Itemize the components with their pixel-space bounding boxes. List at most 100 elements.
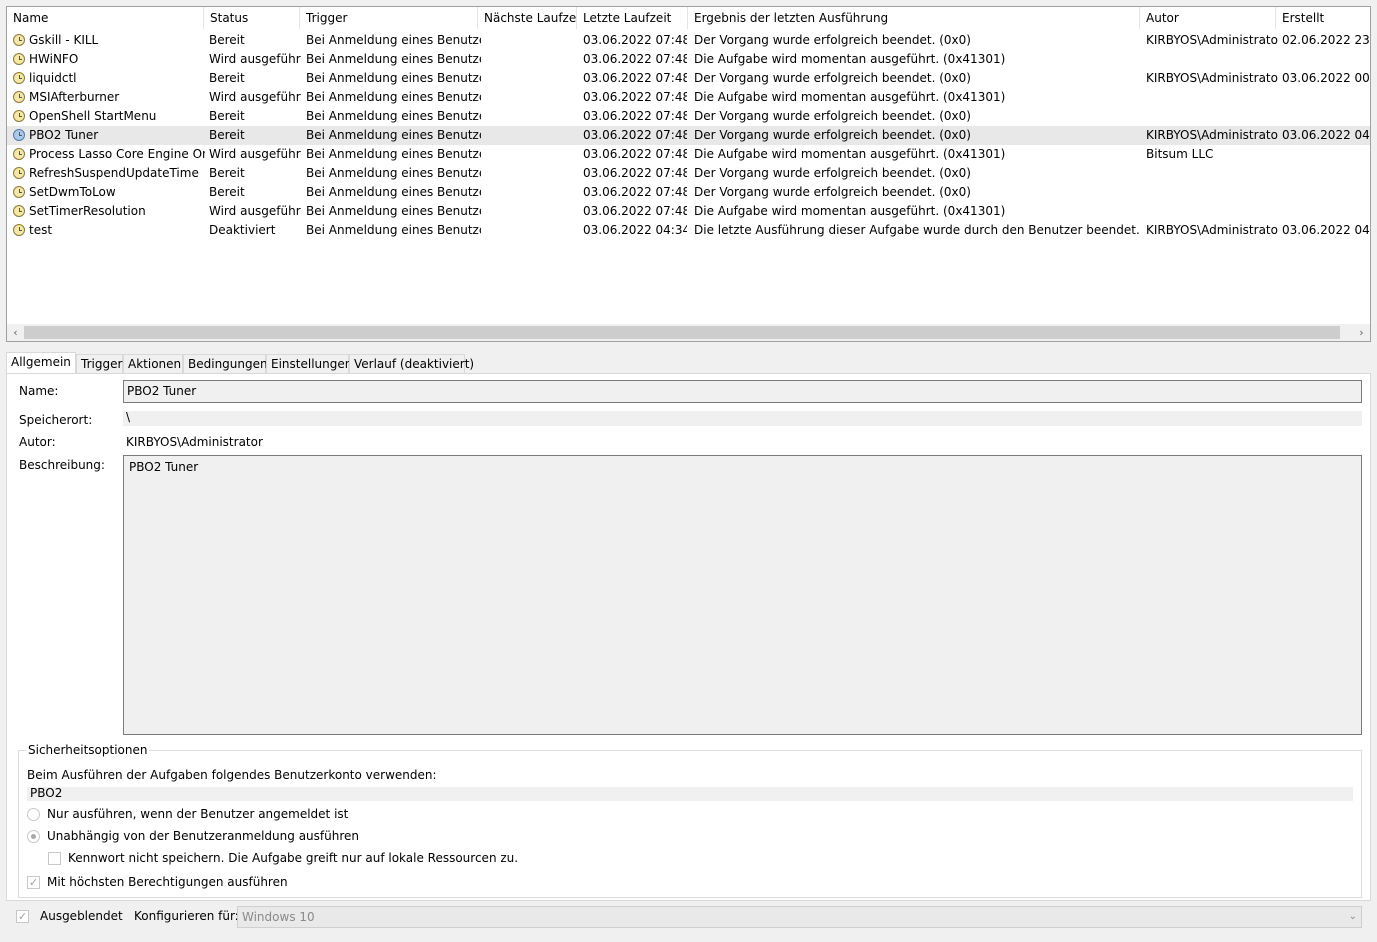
table-row[interactable]: test Deaktiviert Bei Anmeldung eines Benut… (7, 221, 1370, 240)
table-row[interactable]: MSIAfterburner Wird ausgeführt Bei Anmeldu… (7, 88, 1370, 107)
security-options-group: Sicherheitsoptionen Beim Ausführen der A… (18, 743, 1362, 898)
task-author (1146, 88, 1278, 107)
table-row[interactable]: RefreshSuspendUpdateTime Bereit Bei Anmeld… (7, 164, 1370, 183)
tab-conditions[interactable]: Bedingungen (183, 354, 268, 374)
radio-run-independent-label[interactable]: Unabhängig von der Benutzeranmeldung aus… (47, 829, 359, 843)
task-trigger: Bei Anmeldung eines Benutzers (306, 109, 481, 123)
clock-icon (13, 53, 25, 65)
task-trigger: Bei Anmeldung eines Benutzers (306, 204, 481, 218)
clock-icon (13, 224, 25, 236)
task-name: SetTimerResolution (29, 204, 146, 218)
table-row[interactable]: liquidctl Bereit Bei Anmeldung eines Benut… (7, 69, 1370, 88)
task-next-run (484, 202, 579, 221)
task-status: Wird ausgeführt (209, 90, 301, 104)
clock-icon (13, 110, 25, 122)
location-field[interactable]: \ (123, 411, 1362, 426)
task-next-run (484, 50, 579, 69)
checkbox-hidden-label[interactable]: Ausgeblendet (40, 909, 123, 923)
task-last-run: 03.06.2022 04:34:33 (583, 223, 687, 237)
tab-settings[interactable]: Einstellungen (266, 354, 352, 374)
task-last-result: Der Vorgang wurde erfolgreich beendet. (… (694, 185, 971, 199)
task-last-run: 03.06.2022 07:48:08 (583, 52, 687, 66)
task-status: Bereit (209, 109, 245, 123)
table-row[interactable]: Gskill - KILL Bereit Bei Anmeldung eines B… (7, 31, 1370, 50)
scroll-right-arrow-icon[interactable]: › (1353, 324, 1370, 341)
task-last-result: Der Vorgang wurde erfolgreich beendet. (… (694, 128, 971, 142)
task-author (1146, 202, 1278, 221)
table-row[interactable]: PBO2 Tuner Bereit Bei Anmeldung eines Benu… (7, 126, 1370, 145)
task-last-run: 03.06.2022 07:48:33 (583, 33, 687, 47)
clock-icon (13, 167, 25, 179)
account-label: Beim Ausführen der Aufgaben folgendes Be… (27, 768, 437, 782)
task-last-result: Der Vorgang wurde erfolgreich beendet. (… (694, 71, 971, 85)
task-status: Wird ausgeführt (209, 52, 301, 66)
task-author (1146, 107, 1278, 126)
task-author (1146, 183, 1278, 202)
tab-general[interactable]: Allgemein (6, 352, 76, 374)
radio-run-when-logged-on[interactable] (27, 808, 40, 821)
table-row[interactable]: OpenShell StartMenu Bereit Bei Anmeldung e… (7, 107, 1370, 126)
table-row[interactable]: SetTimerResolution Wird ausgeführt Bei Anm… (7, 202, 1370, 221)
column-header-status[interactable]: Status (204, 7, 300, 29)
table-row[interactable]: HWiNFO Wird ausgeführt Bei Anmeldung eines… (7, 50, 1370, 69)
checkbox-highest-privileges-label[interactable]: Mit höchsten Berechtigungen ausführen (47, 875, 288, 889)
checkbox-hidden[interactable]: ✓ (16, 910, 29, 923)
task-trigger: Bei Anmeldung eines Benutzers (306, 223, 481, 237)
task-last-result: Die Aufgabe wird momentan ausgeführt. (0… (694, 52, 1006, 66)
tab-actions[interactable]: Aktionen (123, 354, 183, 374)
task-name: RefreshSuspendUpdateTime (29, 166, 199, 180)
task-list-rows: Gskill - KILL Bereit Bei Anmeldung eines B… (7, 31, 1370, 240)
task-name: Process Lasso Core Engine Only (29, 147, 205, 161)
task-name: test (29, 223, 53, 237)
task-last-result: Die Aufgabe wird momentan ausgeführt. (0… (694, 90, 1006, 104)
task-last-run: 03.06.2022 07:48:03 (583, 147, 687, 161)
tab-triggers[interactable]: Trigger (76, 354, 123, 374)
table-row[interactable]: SetDwmToLow Bereit Bei Anmeldung eines Ben… (7, 183, 1370, 202)
configure-for-select[interactable]: Windows 10 ⌄ (237, 906, 1362, 928)
configure-for-label: Konfigurieren für: (134, 909, 239, 923)
task-status: Bereit (209, 71, 245, 85)
task-name: HWiNFO (29, 52, 79, 66)
task-next-run (484, 221, 579, 240)
task-created (1282, 50, 1370, 69)
task-list[interactable]: Name Status Trigger Nächste Laufzeit Let… (6, 6, 1371, 342)
radio-run-independent[interactable] (27, 830, 40, 843)
column-header-author[interactable]: Autor (1140, 7, 1276, 29)
task-name: PBO2 Tuner (29, 128, 99, 142)
task-created (1282, 164, 1370, 183)
task-last-run: 03.06.2022 07:48:03 (583, 109, 687, 123)
checkbox-no-password-label[interactable]: Kennwort nicht speichern. Die Aufgabe gr… (68, 851, 518, 865)
column-header-created[interactable]: Erstellt (1276, 7, 1370, 29)
clock-icon (13, 205, 25, 217)
task-last-result: Der Vorgang wurde erfolgreich beendet. (… (694, 109, 971, 123)
name-field[interactable]: PBO2 Tuner (123, 380, 1362, 403)
description-field[interactable]: PBO2 Tuner (123, 455, 1362, 735)
author-label: Autor: (19, 435, 56, 449)
scroll-left-arrow-icon[interactable]: ‹ (7, 324, 24, 341)
horizontal-scrollbar[interactable]: ‹ › (7, 324, 1370, 341)
task-created (1282, 88, 1370, 107)
column-header-trigger[interactable]: Trigger (300, 7, 478, 29)
column-header-name[interactable]: Name (7, 7, 204, 29)
task-trigger: Bei Anmeldung eines Benutzers (306, 147, 481, 161)
checkbox-highest-privileges[interactable]: ✓ (27, 876, 40, 889)
task-last-run: 03.06.2022 07:48:03 (583, 71, 687, 85)
scrollbar-thumb[interactable] (24, 326, 1340, 339)
task-created (1282, 183, 1370, 202)
account-field[interactable]: PBO2 (27, 787, 1353, 801)
checkbox-no-password[interactable] (48, 852, 61, 865)
clock-icon (13, 186, 25, 198)
task-next-run (484, 107, 579, 126)
task-name: MSIAfterburner (29, 90, 120, 104)
table-row[interactable]: Process Lasso Core Engine Only Wird ausge… (7, 145, 1370, 164)
task-created (1282, 202, 1370, 221)
column-header-last-run[interactable]: Letzte Laufzeit (577, 7, 688, 29)
task-trigger: Bei Anmeldung eines Benutzers (306, 52, 481, 66)
radio-run-when-logged-on-label[interactable]: Nur ausführen, wenn der Benutzer angemel… (47, 807, 348, 821)
tab-history[interactable]: Verlauf (deaktiviert) (349, 354, 474, 374)
task-trigger: Bei Anmeldung eines Benutzers (306, 33, 481, 47)
task-next-run (484, 126, 579, 145)
column-header-next-run[interactable]: Nächste Laufzeit (478, 7, 577, 29)
column-header-last-result[interactable]: Ergebnis der letzten Ausführung (688, 7, 1140, 29)
task-created (1282, 145, 1370, 164)
